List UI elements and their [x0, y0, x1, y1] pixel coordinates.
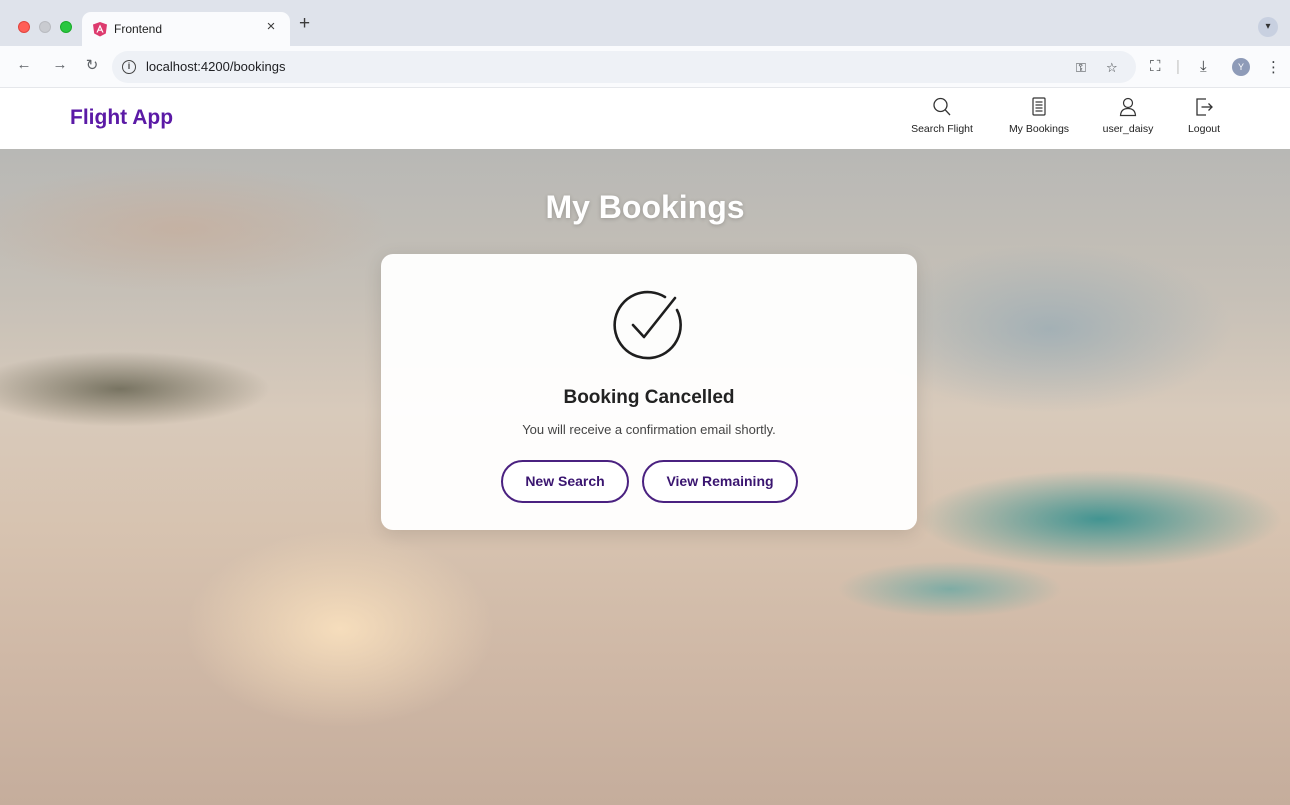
new-search-button[interactable]: New Search: [501, 460, 629, 503]
profile-avatar[interactable]: Y: [1232, 58, 1250, 76]
nav-label: Search Flight: [911, 123, 973, 135]
list-icon: [1032, 97, 1046, 116]
url-text[interactable]: localhost:4200/bookings: [146, 59, 286, 74]
card-title: Booking Cancelled: [563, 387, 735, 408]
nav-label: My Bookings: [1008, 123, 1070, 135]
cancellation-card: Booking Cancelled You will receive a con…: [381, 254, 917, 530]
nav-label: Logout: [1187, 123, 1221, 135]
site-info-icon[interactable]: i: [122, 60, 136, 74]
toolbar-divider: |: [1176, 58, 1180, 75]
extensions-puzzle-icon[interactable]: ⛶: [1150, 58, 1161, 75]
nav-label: user_daisy: [1102, 123, 1154, 135]
brand-logo[interactable]: Flight App: [70, 106, 173, 130]
new-tab-button[interactable]: +: [299, 13, 310, 35]
tab-title: Frontend: [114, 22, 163, 36]
download-icon[interactable]: ⤓: [1200, 58, 1207, 75]
logout-icon: [1196, 98, 1213, 116]
minimize-window-button[interactable]: [39, 21, 51, 33]
angular-favicon-icon: [93, 22, 107, 37]
view-remaining-button[interactable]: View Remaining: [642, 460, 798, 503]
maximize-window-button[interactable]: [60, 21, 72, 33]
browser-toolbar: ← → ↻ i localhost:4200/bookings ⚿ ☆ ⛶ | …: [0, 46, 1290, 88]
close-window-button[interactable]: [18, 21, 30, 33]
page-title: My Bookings: [545, 189, 745, 225]
close-tab-icon[interactable]: ×: [262, 18, 280, 35]
check-circle-icon: [613, 290, 682, 360]
card-message: You will receive a confirmation email sh…: [522, 422, 776, 437]
user-icon: [1119, 97, 1137, 117]
browser-tab[interactable]: Frontend ×: [82, 12, 290, 46]
nav-user[interactable]: user_daisy: [1085, 95, 1171, 135]
browser-menu-icon[interactable]: ⋮: [1266, 58, 1281, 76]
back-arrow-icon[interactable]: ←: [14, 56, 34, 73]
tab-search-chevron-icon[interactable]: ▾: [1258, 17, 1278, 37]
browser-tabbar: Frontend × + ▾: [0, 0, 1290, 46]
reload-icon[interactable]: ↻: [82, 56, 102, 74]
beach-background: My Bookings Booking Cancelled You will r…: [0, 149, 1290, 805]
password-key-icon[interactable]: ⚿: [1076, 60, 1086, 76]
nav-logout[interactable]: Logout: [1161, 95, 1247, 135]
bookmark-star-icon[interactable]: ☆: [1106, 60, 1118, 76]
address-bar[interactable]: i localhost:4200/bookings ⚿ ☆: [112, 51, 1136, 83]
app-header: Flight App Search Flight My Bookings use…: [0, 88, 1290, 149]
forward-arrow-icon[interactable]: →: [50, 56, 70, 73]
nav-search-flight[interactable]: Search Flight: [899, 95, 985, 135]
search-icon: [933, 97, 951, 116]
nav-my-bookings[interactable]: My Bookings: [996, 95, 1082, 135]
